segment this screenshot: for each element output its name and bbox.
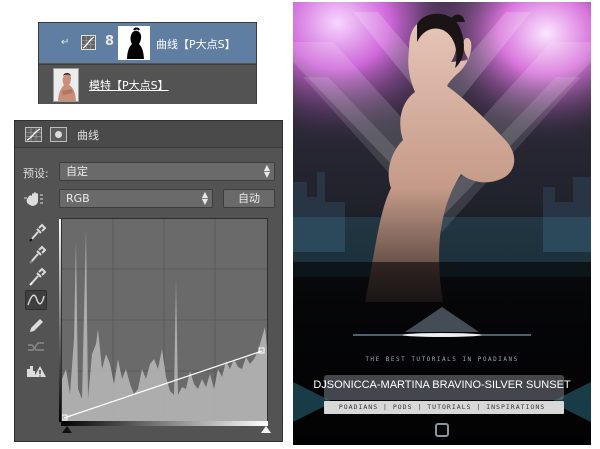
poster-subtitle: POADIANS | PODS | TUTORIALS | INSPIRATIO… <box>338 403 546 411</box>
properties-title: 曲线 <box>77 129 99 142</box>
layer-curves[interactable]: ↵ 8 曲线【P大点S】 <box>39 23 256 63</box>
select-arrows-icon: ▲ ▼ <box>201 190 208 206</box>
layer-photo-thumbnail[interactable] <box>53 68 79 102</box>
preset-value: 自定 <box>66 165 88 178</box>
curve-graph[interactable] <box>61 218 268 422</box>
poster-logo-icon <box>435 423 449 437</box>
poster-title: DJSONICCA-MARTINA BRAVINO-SILVER SUNSET <box>313 379 571 391</box>
properties-header: 曲线 <box>15 121 282 148</box>
channel-select[interactable]: RGB ▲ ▼ <box>59 189 213 208</box>
preset-label: 预设: <box>23 167 49 180</box>
layer-mask-thumbnail[interactable] <box>118 26 150 60</box>
smooth-icon[interactable] <box>25 337 47 357</box>
eyedropper-white-icon[interactable] <box>25 267 47 287</box>
clipping-warning-icon[interactable] <box>25 361 47 381</box>
curve-point-icon[interactable] <box>25 290 47 310</box>
clip-arrow-icon: ↵ <box>61 37 70 48</box>
hand-target-icon[interactable] <box>24 191 44 207</box>
white-point-slider[interactable] <box>261 426 271 433</box>
pencil-icon[interactable] <box>25 315 47 335</box>
link-icon[interactable]: 8 <box>105 34 114 49</box>
eyedropper-gray-icon[interactable] <box>25 245 47 265</box>
preset-select[interactable]: 自定 ▲ ▼ <box>59 162 275 181</box>
layer-name-model[interactable]: 模特【P大点S】 <box>89 77 169 93</box>
channel-value: RGB <box>66 192 90 205</box>
auto-button[interactable]: 自动 <box>223 189 275 208</box>
black-point-slider[interactable] <box>62 426 72 433</box>
mask-icon[interactable] <box>50 127 67 142</box>
curves-adjustment-icon[interactable] <box>81 35 96 50</box>
curves-adjustment-icon[interactable] <box>25 127 42 142</box>
select-arrows-icon: ▲ ▼ <box>263 163 270 179</box>
layers-panel: ↵ 8 曲线【P大点S】 模特【P大点S】 <box>38 22 257 104</box>
canvas-poster[interactable]: THE BEST TUTORIALS IN POADIANS DJSONICCA… <box>293 2 591 445</box>
input-gradient-bar <box>61 421 268 426</box>
layer-model[interactable]: 模特【P大点S】 <box>39 64 256 104</box>
eyedropper-black-icon[interactable] <box>25 223 47 243</box>
poster-tagline: THE BEST TUTORIALS IN POADIANS <box>365 356 519 363</box>
layer-name-curves[interactable]: 曲线【P大点S】 <box>156 36 236 52</box>
properties-panel: 曲线 预设: 自定 ▲ ▼ RGB ▲ ▼ 自动 <box>14 120 283 442</box>
